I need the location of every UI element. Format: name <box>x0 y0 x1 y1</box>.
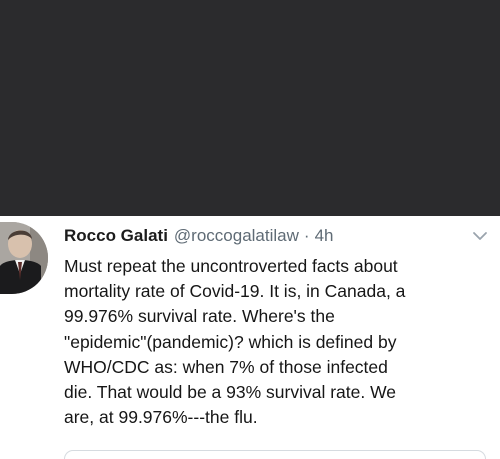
tweet-body-line: Must repeat the uncontroverted facts abo… <box>64 256 398 276</box>
tweet-body-line: 99.976% survival rate. Where's the <box>64 306 335 327</box>
user-avatar-photo <box>0 222 48 294</box>
tweet-body-line: WHO/CDC as: when 7% of those infected <box>64 356 388 377</box>
separator-dot: · <box>303 226 310 245</box>
tweet[interactable]: Rocco Galati @roccogalatilaw · 4h Must r… <box>0 216 500 459</box>
display-name[interactable]: Rocco Galati <box>64 226 168 246</box>
user-handle[interactable]: @roccogalatilaw <box>174 226 299 246</box>
tweet-body-line: mortality rate of Covid-19. It is, in Ca… <box>64 281 406 302</box>
avatar[interactable] <box>0 222 48 294</box>
timestamp[interactable]: 4h <box>315 226 334 246</box>
tweet-header: Rocco Galati @roccogalatilaw · 4h <box>64 226 334 246</box>
tweet-body-line: "epidemic"(pandemic)? which is defined b… <box>64 331 397 352</box>
chevron-down-icon[interactable] <box>471 230 489 242</box>
tweet-body: Must repeat the uncontroverted facts abo… <box>64 254 494 430</box>
tweet-body-line: die. That would be a 93% survival rate. … <box>64 382 397 403</box>
tweet-body-line: are, at 99.976%---the flu. <box>64 407 258 428</box>
dark-image-area <box>0 0 500 216</box>
